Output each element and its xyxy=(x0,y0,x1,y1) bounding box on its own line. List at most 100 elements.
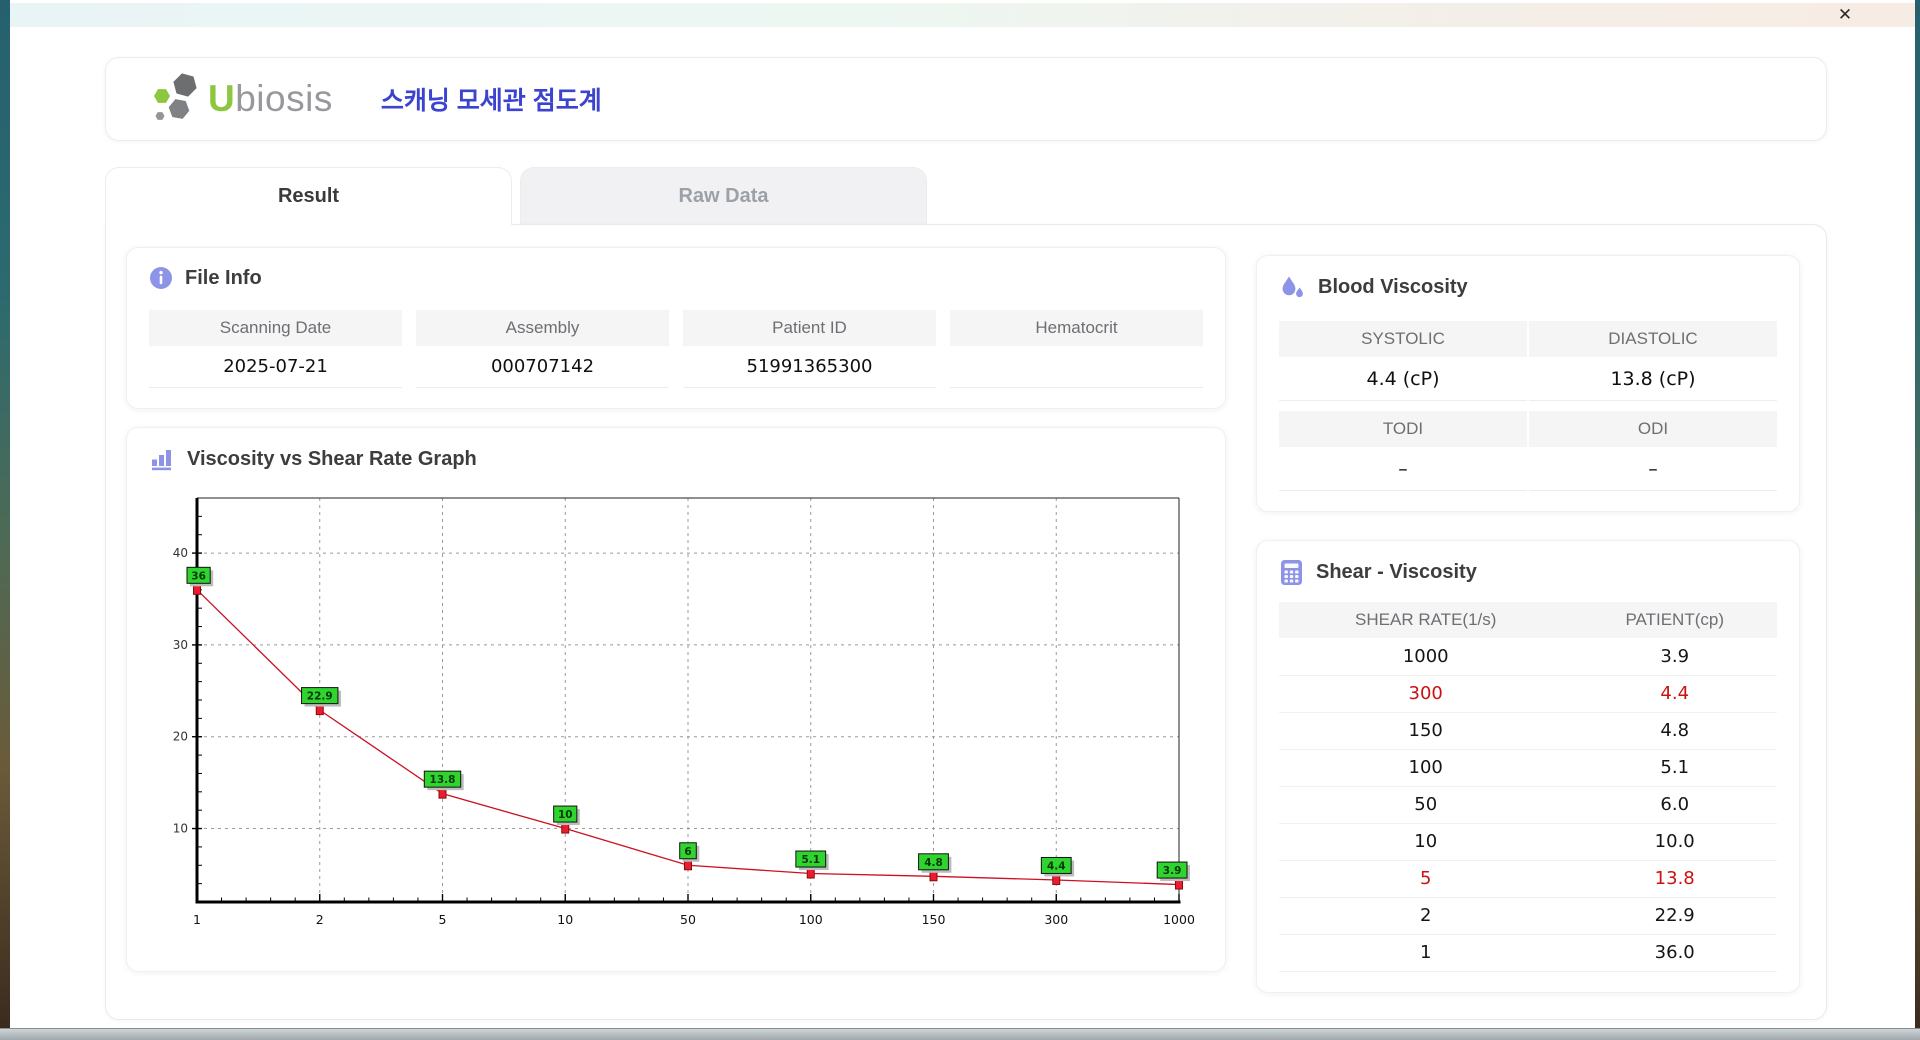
diastolic-label: DIASTOLIC xyxy=(1529,321,1777,357)
table-cell: 300 xyxy=(1279,675,1573,713)
table-cell: 1000 xyxy=(1279,638,1573,676)
table-cell: 2 xyxy=(1279,897,1573,935)
left-column: File Info Scanning Date 2025-07-21 Assem… xyxy=(126,247,1226,993)
result-content: File Info Scanning Date 2025-07-21 Assem… xyxy=(105,224,1827,1020)
file-info-title: File Info xyxy=(185,266,262,289)
shear-viscosity-table: SHEAR RATE(1/s) PATIENT(cp) 1000 3.9 300 4.… xyxy=(1279,602,1777,972)
table-cell: 4.8 xyxy=(1572,712,1777,750)
todi-label: TODI xyxy=(1279,411,1527,447)
bar-chart-icon xyxy=(149,446,175,472)
table-row: 300 4.4 xyxy=(1279,675,1777,713)
table-row: 100 5.1 xyxy=(1279,749,1777,787)
svg-text:10: 10 xyxy=(557,912,573,927)
svg-text:5: 5 xyxy=(439,912,447,927)
app-window: ✕ Ubiosis 스캐닝 모세관 점도계 Result Raw Data Fi… xyxy=(10,0,1915,1028)
field-value: 2025-07-21 xyxy=(149,346,402,388)
diastolic-value: 13.8 (cP) xyxy=(1529,357,1777,401)
svg-text:1: 1 xyxy=(193,912,201,927)
table-cell: 50 xyxy=(1279,786,1573,824)
svg-text:300: 300 xyxy=(1044,912,1068,927)
table-cell: 5 xyxy=(1279,860,1573,898)
tab-raw-data[interactable]: Raw Data xyxy=(520,167,927,225)
page: Ubiosis 스캐닝 모세관 점도계 Result Raw Data File… xyxy=(10,27,1915,1020)
shear-viscosity-title-row: Shear - Viscosity xyxy=(1279,559,1777,586)
systolic-label: SYSTOLIC xyxy=(1279,321,1527,357)
logo-text: Ubiosis xyxy=(208,78,333,119)
ubiosis-logo: Ubiosis xyxy=(150,70,333,129)
blood-viscosity-title: Blood Viscosity xyxy=(1318,276,1468,298)
table-cell: 36.0 xyxy=(1572,934,1777,972)
svg-text:30: 30 xyxy=(173,638,188,652)
file-info-fields: Scanning Date 2025-07-21 Assembly 000707… xyxy=(149,310,1203,388)
table-row: 1 36.0 xyxy=(1279,934,1777,972)
field-value: 51991365300 xyxy=(683,346,936,388)
table-cell: 100 xyxy=(1279,749,1573,787)
svg-text:40: 40 xyxy=(173,546,188,560)
col-patient: PATIENT(cp) xyxy=(1572,602,1777,638)
app-title: 스캐닝 모세관 점도계 xyxy=(380,87,602,115)
field-value: 000707142 xyxy=(416,346,669,388)
table-row: 5 13.8 xyxy=(1279,860,1777,898)
table-cell: 5.1 xyxy=(1572,749,1777,787)
info-icon xyxy=(149,266,173,290)
blood-viscosity-panel: Blood Viscosity SYSTOLIC DIASTOLIC 4.4 (… xyxy=(1256,255,1800,512)
svg-text:3.9: 3.9 xyxy=(1163,865,1182,877)
tab-result[interactable]: Result xyxy=(105,167,512,225)
shear-viscosity-title: Shear - Viscosity xyxy=(1316,561,1477,583)
calculator-icon xyxy=(1279,559,1304,586)
field-patient-id: Patient ID 51991365300 xyxy=(683,310,936,388)
field-label: Scanning Date xyxy=(149,310,402,346)
field-label: Assembly xyxy=(416,310,669,346)
svg-text:6: 6 xyxy=(684,846,691,858)
right-column: Blood Viscosity SYSTOLIC DIASTOLIC 4.4 (… xyxy=(1256,247,1800,993)
table-cell: 10 xyxy=(1279,823,1573,861)
col-shear-rate: SHEAR RATE(1/s) xyxy=(1279,602,1573,638)
table-cell: 4.4 xyxy=(1572,675,1777,713)
table-cell: 22.9 xyxy=(1572,897,1777,935)
svg-text:50: 50 xyxy=(680,912,696,927)
todi-value: – xyxy=(1279,447,1527,491)
odi-value: – xyxy=(1529,447,1777,491)
svg-text:10: 10 xyxy=(558,809,573,821)
svg-text:4.8: 4.8 xyxy=(924,857,943,869)
file-info-title-row: File Info xyxy=(149,266,1203,290)
window-bottom-edge xyxy=(0,1028,1920,1040)
bv-grid-top: SYSTOLIC DIASTOLIC 4.4 (cP) 13.8 (cP) xyxy=(1279,321,1777,401)
svg-text:22.9: 22.9 xyxy=(307,691,333,703)
field-label: Hematocrit xyxy=(950,310,1203,346)
table-row: 10 10.0 xyxy=(1279,823,1777,861)
table-cell: 10.0 xyxy=(1572,823,1777,861)
svg-text:13.8: 13.8 xyxy=(430,774,456,786)
field-assembly: Assembly 000707142 xyxy=(416,310,669,388)
field-scanning-date: Scanning Date 2025-07-21 xyxy=(149,310,402,388)
svg-text:100: 100 xyxy=(799,912,823,927)
file-info-panel: File Info Scanning Date 2025-07-21 Assem… xyxy=(126,247,1226,409)
header-card: Ubiosis 스캐닝 모세관 점도계 xyxy=(105,57,1827,141)
tab-bar: Result Raw Data xyxy=(105,167,1827,225)
svg-text:36: 36 xyxy=(191,570,206,582)
graph-title-row: Viscosity vs Shear Rate Graph xyxy=(149,446,1203,472)
bv-grid-bottom: TODI ODI – – xyxy=(1279,411,1777,491)
shear-viscosity-panel: Shear - Viscosity SHEAR RATE(1/s) PATIEN… xyxy=(1256,540,1800,993)
graph-panel: Viscosity vs Shear Rate Graph 10 20 30 40 1 2… xyxy=(126,427,1226,972)
graph-title: Viscosity vs Shear Rate Graph xyxy=(187,447,477,470)
table-row: 2 22.9 xyxy=(1279,897,1777,935)
table-cell: 150 xyxy=(1279,712,1573,750)
field-label: Patient ID xyxy=(683,310,936,346)
systolic-value: 4.4 (cP) xyxy=(1279,357,1527,401)
droplets-icon xyxy=(1279,274,1306,301)
svg-text:2: 2 xyxy=(316,912,324,927)
viscosity-chart: 10 20 30 40 1 2 5 10 50 100 150 300 1000 36 22.9 13.8 10… xyxy=(149,486,1203,951)
close-icon[interactable]: ✕ xyxy=(1833,4,1857,26)
table-row: 1000 3.9 xyxy=(1279,638,1777,676)
table-row: 150 4.8 xyxy=(1279,712,1777,750)
svg-text:1000: 1000 xyxy=(1163,912,1195,927)
odi-label: ODI xyxy=(1529,411,1777,447)
field-value xyxy=(950,346,1203,388)
hexagon-logo-icon xyxy=(150,70,204,129)
blood-viscosity-title-row: Blood Viscosity xyxy=(1279,274,1777,301)
table-cell: 6.0 xyxy=(1572,786,1777,824)
title-bar: ✕ xyxy=(10,3,1915,27)
svg-text:20: 20 xyxy=(173,730,188,744)
table-cell: 3.9 xyxy=(1572,638,1777,676)
